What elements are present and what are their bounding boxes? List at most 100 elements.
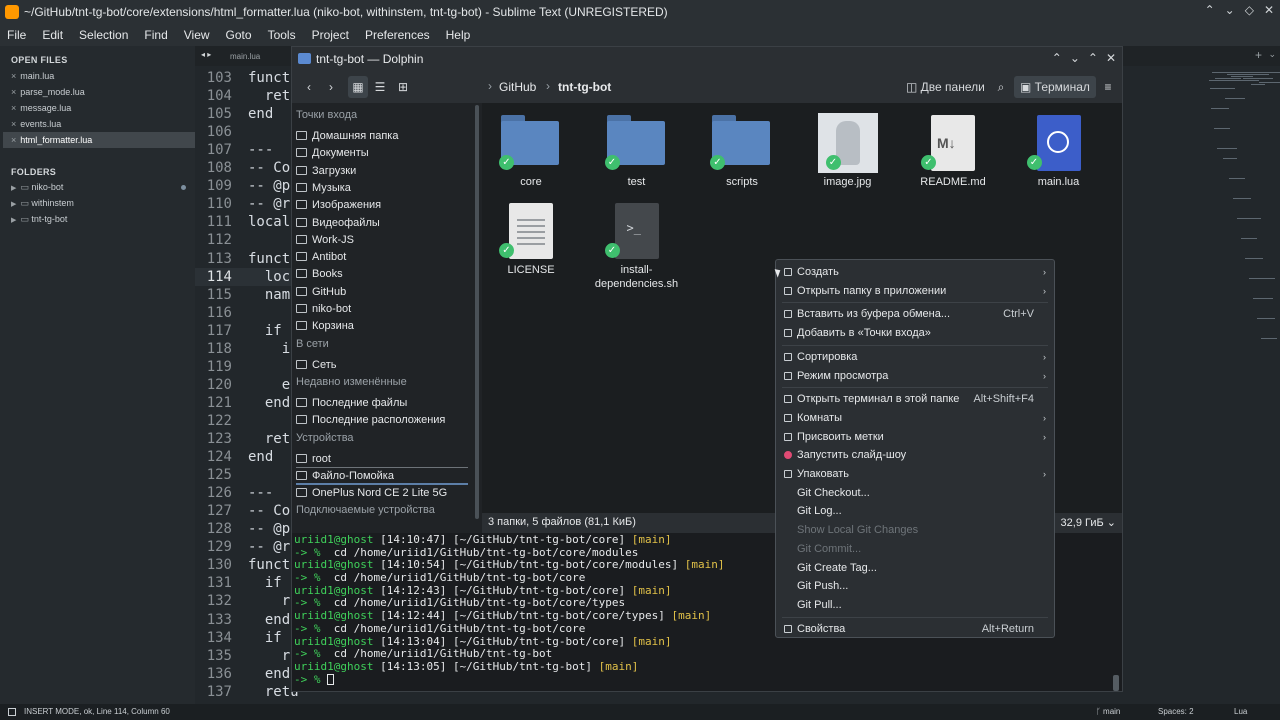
minimap[interactable]: [1205, 66, 1280, 704]
context-menu-item[interactable]: Добавить в «Точки входа»: [776, 324, 1054, 342]
back-icon[interactable]: ‹: [300, 76, 318, 98]
close-icon[interactable]: ✕: [1106, 51, 1116, 65]
tab-list-icon[interactable]: ⌄: [1268, 49, 1276, 60]
new-tab-icon[interactable]: +: [1255, 48, 1262, 62]
context-menu-item[interactable]: Git Pull...: [776, 596, 1054, 614]
file-item[interactable]: ✓ image.jpg: [798, 105, 898, 191]
close-file-icon[interactable]: ×: [11, 71, 16, 81]
file-item[interactable]: ✓ core: [481, 105, 581, 191]
search-icon[interactable]: ⌕: [992, 76, 1010, 98]
folder-expand-icon[interactable]: ▶: [11, 185, 16, 192]
places-item[interactable]: Work-JS: [296, 232, 468, 249]
menu-edit[interactable]: Edit: [36, 24, 69, 42]
places-item[interactable]: Antibot: [296, 249, 468, 266]
menu-tools[interactable]: Tools: [262, 24, 302, 42]
context-menu-item[interactable]: Git Log...: [776, 502, 1054, 520]
places-item[interactable]: Домашняя папка: [296, 128, 468, 145]
open-file-item[interactable]: × main.lua: [3, 68, 195, 84]
context-menu-item[interactable]: Свойства Alt+Return: [776, 620, 1054, 638]
menu-selection[interactable]: Selection: [73, 24, 134, 42]
forward-icon[interactable]: ›: [322, 76, 340, 98]
open-file-item[interactable]: × html_formatter.lua: [3, 132, 195, 148]
keep-above-icon[interactable]: ⌃: [1052, 51, 1062, 65]
tab-main-lua[interactable]: main.lua: [230, 52, 260, 61]
breadcrumb-current[interactable]: tnt-tg-bot: [558, 80, 611, 94]
file-item[interactable]: M↓ ✓ README.md: [903, 105, 1003, 191]
folder-expand-icon[interactable]: ▶: [11, 217, 16, 224]
menu-help[interactable]: Help: [440, 24, 477, 42]
status-branch[interactable]: ᚴ main: [1096, 707, 1120, 716]
places-item[interactable]: Видеофайлы: [296, 215, 468, 232]
close-icon[interactable]: ✕: [1264, 3, 1274, 17]
file-item[interactable]: >_ ✓ install-dependencies.sh: [587, 193, 687, 290]
icons-view-icon[interactable]: ▦: [348, 76, 368, 98]
places-item[interactable]: Изображения: [296, 197, 468, 214]
file-item[interactable]: ✓ scripts: [692, 105, 792, 191]
menu-project[interactable]: Project: [306, 24, 355, 42]
folder-item[interactable]: ▶ ▭ niko-bot: [0, 179, 195, 195]
close-file-icon[interactable]: ×: [11, 87, 16, 97]
context-menu-item[interactable]: Сортировка ›: [776, 348, 1054, 366]
context-menu-item[interactable]: Присвоить метки ›: [776, 428, 1054, 446]
places-scrollbar[interactable]: [474, 103, 480, 523]
places-item[interactable]: GitHub: [296, 284, 468, 301]
context-menu-item[interactable]: Упаковать ›: [776, 465, 1054, 483]
folder-item[interactable]: ▶ ▭ tnt-tg-bot: [0, 211, 195, 227]
context-menu-item[interactable]: Открыть терминал в этой папке Alt+Shift+F…: [776, 390, 1054, 408]
close-file-icon[interactable]: ×: [11, 103, 16, 113]
context-menu-item[interactable]: Создать ›: [776, 263, 1054, 281]
places-item[interactable]: root: [296, 451, 468, 468]
free-space[interactable]: 32,9 ГиБ ⌄: [1061, 516, 1116, 529]
file-item[interactable]: ✓ test: [587, 105, 687, 191]
places-item[interactable]: Последние расположения: [296, 412, 468, 429]
tab-nav-arrows-icon[interactable]: ◂ ▸: [201, 50, 211, 59]
details-view-icon[interactable]: ⊞: [393, 76, 413, 98]
file-item[interactable]: ✓ LICENSE: [481, 193, 581, 279]
context-menu-item[interactable]: Режим просмотра ›: [776, 367, 1054, 385]
places-item[interactable]: OnePlus Nord CE 2 Lite 5G: [296, 485, 468, 502]
maximize-icon[interactable]: ⌃: [1088, 51, 1098, 65]
menu-view[interactable]: View: [178, 24, 216, 42]
keep-above-icon[interactable]: ⌃: [1205, 3, 1215, 17]
menu-goto[interactable]: Goto: [220, 24, 258, 42]
places-item[interactable]: Сеть: [296, 357, 468, 374]
maximize-icon[interactable]: ◇: [1245, 3, 1254, 17]
panel-toggle-icon[interactable]: [8, 708, 16, 716]
close-file-icon[interactable]: ×: [11, 135, 16, 145]
status-spaces[interactable]: Spaces: 2: [1158, 707, 1194, 716]
open-file-item[interactable]: × message.lua: [3, 100, 195, 116]
terminal-scrollbar[interactable]: [1113, 675, 1119, 691]
breadcrumb-github[interactable]: GitHub: [499, 80, 536, 94]
open-file-item[interactable]: × parse_mode.lua: [3, 84, 195, 100]
folder-expand-icon[interactable]: ▶: [11, 201, 16, 208]
context-menu-item[interactable]: Git Create Tag...: [776, 559, 1054, 577]
minimize-icon[interactable]: ⌄: [1225, 3, 1235, 17]
context-menu-item[interactable]: Запустить слайд-шоу: [776, 446, 1054, 464]
context-menu-item[interactable]: Git Checkout...: [776, 484, 1054, 502]
menu-find[interactable]: Find: [138, 24, 173, 42]
folder-item[interactable]: ▶ ▭ withinstem: [0, 195, 195, 211]
places-item[interactable]: Документы: [296, 145, 468, 162]
hamburger-menu-icon[interactable]: ≡: [1098, 76, 1118, 98]
menu-preferences[interactable]: Preferences: [359, 24, 436, 42]
status-syntax[interactable]: Lua: [1234, 707, 1247, 716]
compact-view-icon[interactable]: ☰: [370, 76, 390, 98]
context-menu-item[interactable]: Вставить из буфера обмена... Ctrl+V: [776, 305, 1054, 323]
context-menu-item[interactable]: Git Push...: [776, 577, 1054, 595]
places-item[interactable]: Загрузки: [296, 163, 468, 180]
open-file-item[interactable]: × events.lua: [3, 116, 195, 132]
places-item[interactable]: Файло-Помойка: [296, 468, 468, 485]
places-item[interactable]: Последние файлы: [296, 395, 468, 412]
places-item[interactable]: niko-bot: [296, 301, 468, 318]
split-button[interactable]: ◫ Две панели: [906, 76, 1004, 98]
close-file-icon[interactable]: ×: [11, 119, 16, 129]
places-item[interactable]: Books: [296, 266, 468, 283]
menu-file[interactable]: File: [1, 24, 32, 42]
places-item[interactable]: Корзина: [296, 318, 468, 335]
minimize-icon[interactable]: ⌄: [1070, 51, 1080, 65]
file-item[interactable]: ✓ main.lua: [1009, 105, 1109, 191]
places-item[interactable]: Музыка: [296, 180, 468, 197]
context-menu-item[interactable]: Комнаты ›: [776, 409, 1054, 427]
context-menu-item[interactable]: Открыть папку в приложении ›: [776, 282, 1054, 300]
terminal-button[interactable]: ▣ Терминал: [1014, 76, 1096, 98]
